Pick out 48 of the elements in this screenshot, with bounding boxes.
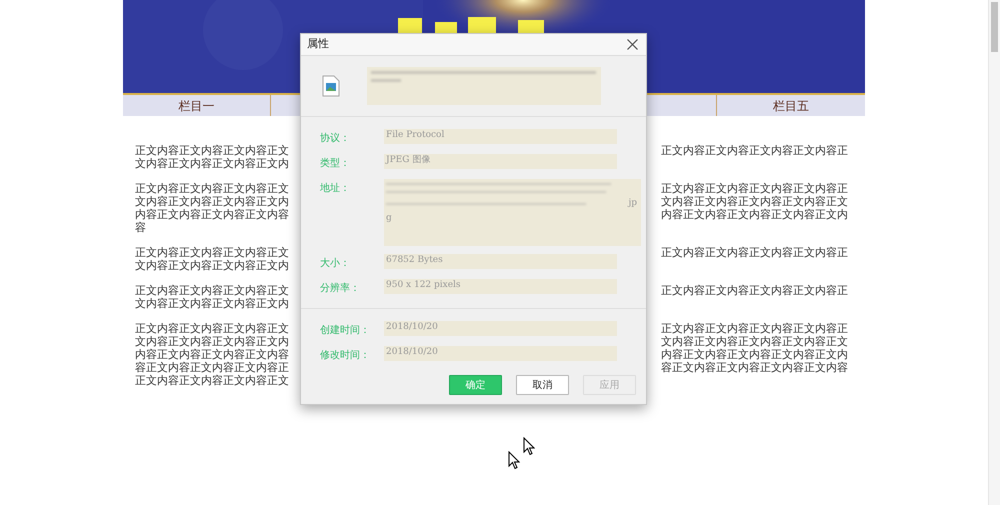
nav-link[interactable]: 栏目五 [772, 100, 809, 112]
body-text: 文内容正文内容正文内容正文内 [135, 195, 289, 208]
dialog-button[interactable]: 取消 [516, 375, 569, 395]
body-text: 容正文内容正文内容正文内容正文内容 [661, 361, 848, 374]
address-text: g [386, 214, 392, 223]
field-value: 67852 Bytes [384, 254, 617, 269]
image-file-icon [322, 75, 340, 98]
body-text: 容 [135, 221, 146, 234]
body-text: 正文内容正文内容正文内容正文内容正 [661, 284, 848, 297]
body-text: 正文内容正文内容正文内容正文内容正 [661, 182, 848, 195]
body-text: 文内容正文内容正文内容正文内 [135, 297, 289, 310]
address-text: jp [628, 199, 637, 208]
body-text: 正文内容正文内容正文内容正文内容正 [661, 322, 848, 335]
body-text: 正文内容正文内容正文内容正文 [135, 322, 289, 335]
body-text: 正文内容正文内容正文内容正文 [135, 374, 289, 387]
body-text: 文内容正文内容正文内容正文内 [135, 157, 289, 170]
body-text: 正文内容正文内容正文内容正文 [135, 246, 289, 259]
body-text: 内容正文内容正文内容正文内容正文内 [661, 348, 848, 361]
body-text: 内容正文内容正文内容正文内容正文内 [661, 208, 848, 221]
field-value: 950 x 122 pixels [384, 279, 617, 294]
body-text: 文内容正文内容正文内容正文内 [135, 259, 289, 272]
body-text: 内容正文内容正文内容正文内容 [135, 208, 289, 221]
field-label: 分辨率： [319, 282, 361, 296]
nav-link[interactable]: 栏目一 [178, 100, 215, 112]
field-value: File Protocol [384, 129, 617, 144]
body-text: 文内容正文内容正文内容正文内容正文 [661, 335, 848, 348]
field-label: 大小： [319, 256, 351, 271]
field-value: 2018/10/20 [384, 346, 617, 361]
field-value: 2018/10/20 [384, 321, 617, 336]
body-text: 文内容正文内容正文内容正文内 [135, 335, 289, 348]
body-text: 文内容正文内容正文内容正文内容正文 [661, 195, 848, 208]
field-value: JPEG 图像 [384, 154, 617, 169]
field-label: 修改时间： [319, 348, 371, 363]
body-text: 内容正文内容正文内容正文内容 [135, 348, 289, 361]
body-text: 正文内容正文内容正文内容正文内容正 [661, 246, 848, 259]
dialog-title: 属性 [307, 36, 329, 52]
body-text: 正文内容正文内容正文内容正文 [135, 144, 289, 157]
body-text: 正文内容正文内容正文内容正文 [135, 182, 289, 195]
body-text: 正文内容正文内容正文内容正文 [135, 284, 289, 297]
cursor-icon [523, 437, 535, 456]
body-text: 容正文内容正文内容正文内容正 [135, 361, 289, 374]
field-label: 创建时间： [319, 324, 371, 338]
field-label: 类型： [319, 156, 351, 171]
cursor-icon [508, 451, 520, 470]
field-label: 地址： [319, 182, 351, 196]
close-icon[interactable] [627, 39, 638, 50]
field-label: 协议： [319, 132, 351, 146]
body-text: 正文内容正文内容正文内容正文内容正 [661, 144, 848, 157]
